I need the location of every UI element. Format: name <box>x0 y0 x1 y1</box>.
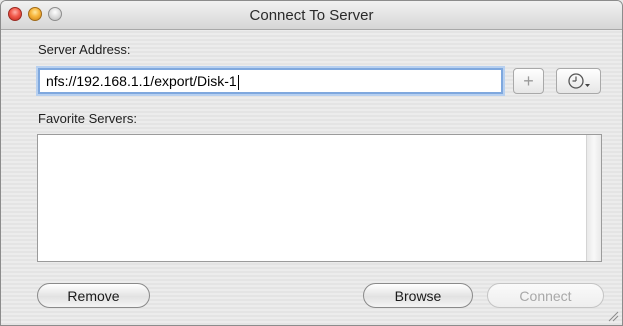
list-scrollbar[interactable] <box>586 135 601 261</box>
window-title: Connect To Server <box>249 7 374 24</box>
favorite-servers-list[interactable] <box>37 134 602 262</box>
server-address-label: Server Address: <box>38 42 131 57</box>
add-to-favorites-button[interactable]: + <box>513 68 544 94</box>
resize-grip-icon[interactable] <box>607 310 619 322</box>
connect-button[interactable]: Connect <box>487 283 604 308</box>
recent-servers-button[interactable] <box>556 68 601 94</box>
server-address-input[interactable]: nfs://192.168.1.1/export/Disk-1 <box>38 68 503 94</box>
connect-to-server-window: Connect To Server Server Address: nfs://… <box>0 0 623 326</box>
remove-button[interactable]: Remove <box>37 283 150 308</box>
title-bar[interactable]: Connect To Server <box>1 1 622 30</box>
plus-icon: + <box>523 70 534 91</box>
browse-button[interactable]: Browse <box>363 283 473 308</box>
clock-icon <box>567 73 590 89</box>
favorite-servers-label: Favorite Servers: <box>38 111 137 126</box>
